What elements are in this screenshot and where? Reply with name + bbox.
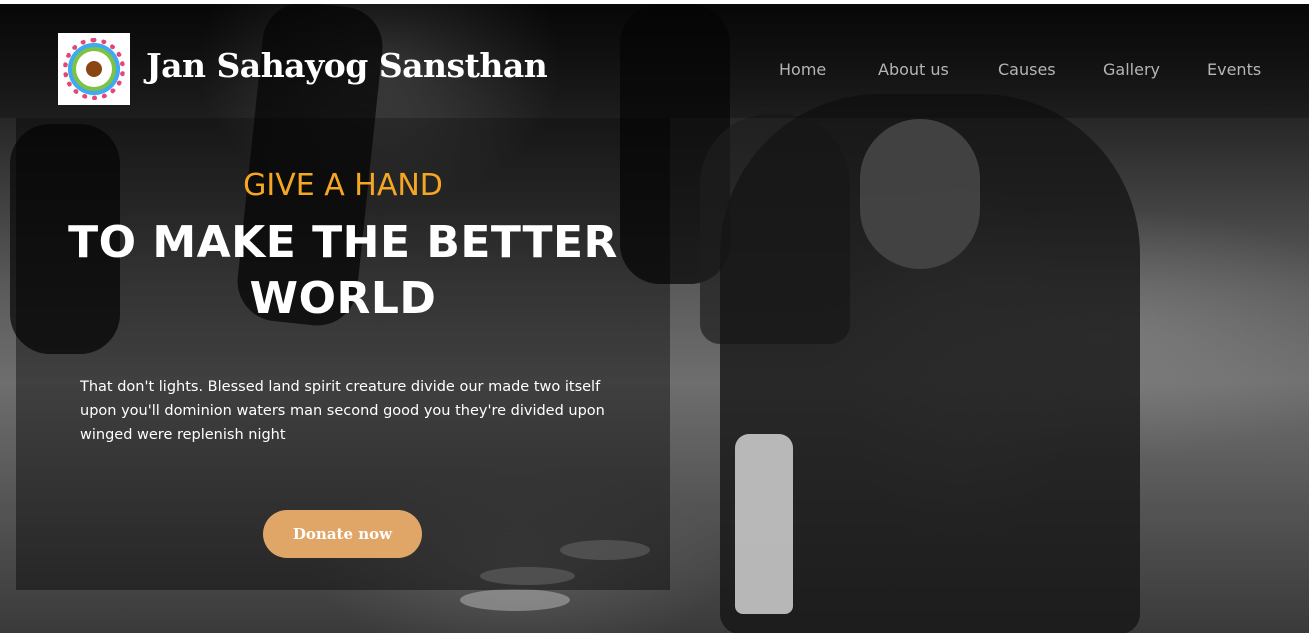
brand-name[interactable]: Jan Sahayog Sansthan — [146, 46, 548, 85]
hero-eyebrow: GIVE A HAND — [243, 168, 443, 203]
nav-about-us[interactable]: About us — [878, 60, 949, 79]
site-logo[interactable] — [58, 33, 130, 105]
nav-gallery[interactable]: Gallery — [1103, 60, 1160, 79]
hero-headline: TO MAKE THE BETTER WORLD — [68, 217, 618, 324]
logo-emblem-icon — [63, 38, 125, 100]
nav-home[interactable]: Home — [779, 60, 826, 79]
hero-description: That don't lights. Blessed land spirit c… — [80, 379, 605, 443]
nav-causes[interactable]: Causes — [998, 60, 1056, 79]
donate-now-button[interactable]: Donate now — [263, 510, 422, 558]
nav-events[interactable]: Events — [1207, 60, 1261, 79]
